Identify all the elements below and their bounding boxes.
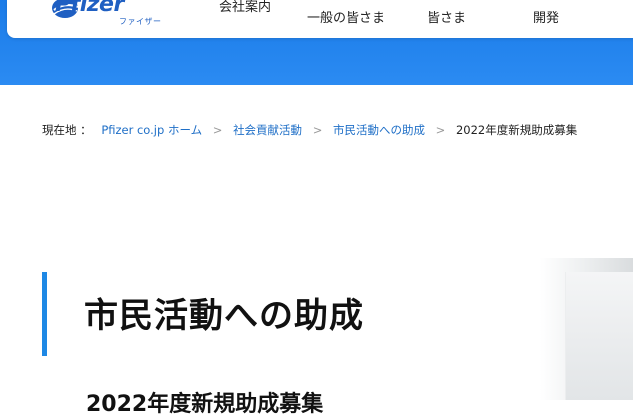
- breadcrumb-link-grants[interactable]: 市民活動への助成: [333, 123, 425, 137]
- breadcrumb-separator: >: [312, 123, 323, 137]
- breadcrumb: 現在地 ： Pfizer co.jp ホーム > 社会貢献活動 > 市民活動への…: [42, 122, 577, 138]
- nav-item-company[interactable]: 会社案内: [219, 0, 271, 15]
- nav-item-general[interactable]: 一般の皆さま: [307, 7, 385, 26]
- breadcrumb-link-home[interactable]: Pfizer co.jp ホーム: [101, 123, 202, 137]
- title-accent-bar: [42, 272, 47, 356]
- page-title: 市民活動への助成: [84, 296, 364, 336]
- logo-subtext: ファイザー: [119, 17, 162, 26]
- logo-wordmark[interactable]: Pfizer: [55, 0, 124, 17]
- nav-item-development[interactable]: 開発: [533, 7, 559, 26]
- breadcrumb-current: 2022年度新規助成募集: [455, 123, 578, 137]
- breadcrumb-separator: >: [212, 123, 223, 137]
- global-nav: Pfizer ファイザー 会社案内 一般の皆さま 皆さま 開発: [7, 0, 633, 38]
- breadcrumb-link-csr[interactable]: 社会貢献活動: [233, 123, 302, 137]
- breadcrumb-separator: >: [435, 123, 446, 137]
- nav-item-everyone[interactable]: 皆さま: [427, 7, 466, 26]
- breadcrumb-prefix: 現在地 ：: [42, 123, 92, 137]
- decorative-image-panel: [565, 272, 633, 400]
- section-subtitle: 2022年度新規助成募集: [86, 392, 324, 417]
